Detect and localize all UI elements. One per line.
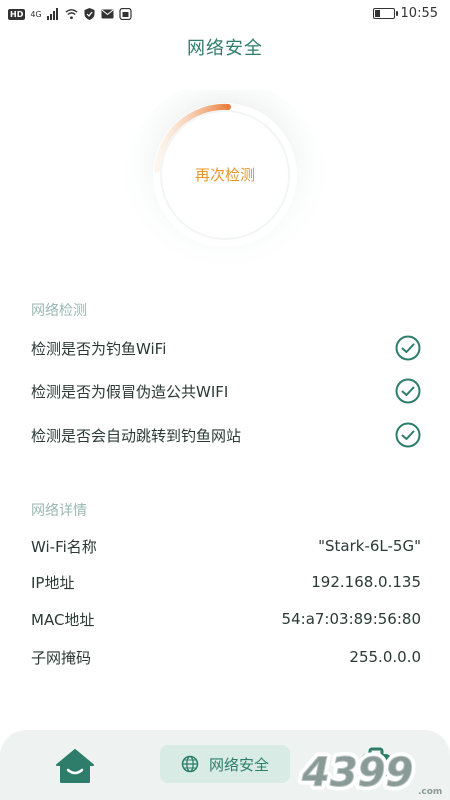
battery-icon bbox=[372, 8, 398, 19]
hd-badge: HD bbox=[8, 8, 26, 20]
check-item-label: 检测是否会自动跳转到钓鱼网站 bbox=[31, 426, 242, 445]
detail-row-subnet-mask: 子网掩码 255.0.0.0 bbox=[31, 645, 421, 669]
watermark-logo: 4399 4399 .com bbox=[297, 746, 442, 798]
details-section-title: 网络详情 bbox=[31, 503, 87, 519]
nav-tab-label: 网络安全 bbox=[208, 755, 269, 774]
recheck-button[interactable]: 再次检测 bbox=[123, 90, 327, 260]
detail-value: 255.0.0.0 bbox=[349, 648, 421, 666]
check-circle-icon bbox=[395, 378, 421, 404]
check-circle-icon bbox=[395, 335, 421, 361]
check-item-phishing-wifi: 检测是否为钓鱼WiFi bbox=[31, 333, 421, 363]
status-bar: HD 4G 10:55 bbox=[0, 0, 450, 30]
app-notification-icon bbox=[119, 8, 132, 20]
signal-icon bbox=[46, 8, 58, 20]
globe-icon bbox=[181, 755, 199, 773]
clock: 10:55 bbox=[400, 6, 438, 21]
scan-circle[interactable]: 再次检测 bbox=[123, 90, 327, 294]
check-item-label: 检测是否为假冒伪造公共WIFI bbox=[31, 382, 229, 401]
detail-row-wifi-name: Wi-Fi名称 "Stark-6L-5G" bbox=[31, 534, 421, 558]
status-icons-left: HD 4G bbox=[8, 8, 132, 20]
nav-tab-network-security[interactable]: 网络安全 bbox=[160, 745, 290, 783]
detail-label: IP地址 bbox=[31, 573, 75, 592]
svg-text:4399: 4399 bbox=[301, 750, 413, 796]
detail-label: 子网掩码 bbox=[31, 648, 92, 667]
detail-row-mac-address: MAC地址 54:a7:03:89:56:80 bbox=[31, 607, 421, 631]
detail-row-ip-address: IP地址 192.168.0.135 bbox=[31, 570, 421, 594]
detail-label: Wi-Fi名称 bbox=[31, 537, 97, 556]
check-circle-icon bbox=[395, 422, 421, 448]
svg-text:.com: .com bbox=[418, 787, 442, 797]
detail-value: 54:a7:03:89:56:80 bbox=[281, 610, 421, 628]
page-title: 网络安全 bbox=[187, 38, 263, 59]
home-icon[interactable] bbox=[55, 748, 95, 784]
mail-icon bbox=[101, 9, 114, 19]
detail-value: 192.168.0.135 bbox=[311, 573, 421, 591]
check-item-fake-public-wifi: 检测是否为假冒伪造公共WIFI bbox=[31, 376, 421, 406]
check-item-phishing-redirect: 检测是否会自动跳转到钓鱼网站 bbox=[31, 420, 421, 450]
shield-icon bbox=[84, 8, 95, 20]
check-item-label: 检测是否为钓鱼WiFi bbox=[31, 339, 167, 358]
detail-label: MAC地址 bbox=[31, 610, 95, 629]
status-icons-right: 10:55 bbox=[372, 6, 438, 21]
wifi-icon bbox=[65, 9, 78, 20]
detail-value: "Stark-6L-5G" bbox=[318, 537, 421, 555]
signal-label: 4G bbox=[30, 9, 42, 19]
detection-section-title: 网络检测 bbox=[31, 303, 87, 319]
